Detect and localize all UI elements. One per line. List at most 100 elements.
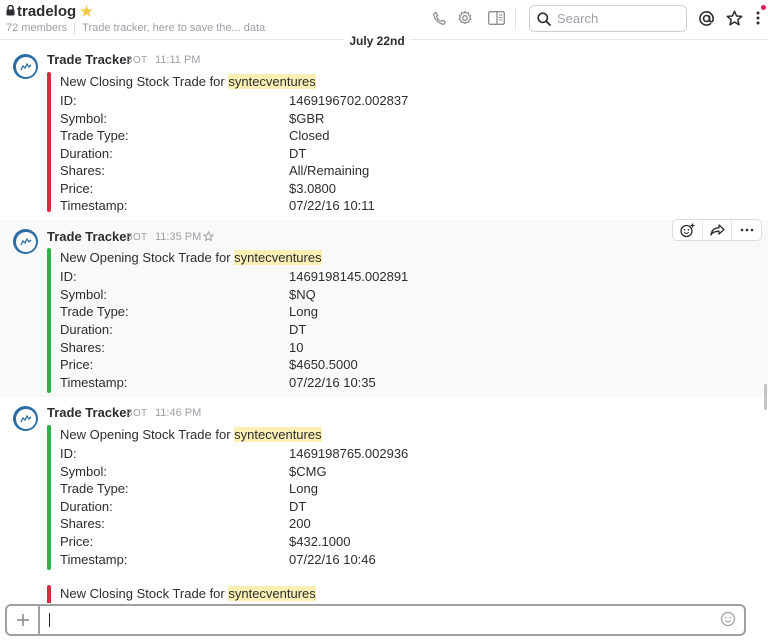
field-value: 10 xyxy=(289,340,304,355)
field-label: Symbol: xyxy=(60,464,107,479)
field-value: All/Remaining xyxy=(289,163,370,178)
field-label: Timestamp: xyxy=(60,198,128,213)
field-label: Duration: xyxy=(60,146,113,161)
bot-logo-icon xyxy=(15,56,36,77)
timestamp[interactable]: 11:11 PM xyxy=(155,54,200,66)
field-value: $432.1000 xyxy=(289,534,351,549)
field-label: Price: xyxy=(60,534,94,549)
user-highlight: syntecventures xyxy=(228,74,316,89)
field-label: ID: xyxy=(60,93,77,108)
star-icon[interactable] xyxy=(724,8,744,28)
field-value: 1469198765.002936 xyxy=(289,446,409,461)
field-label: Duration: xyxy=(60,499,113,514)
plus-icon[interactable] xyxy=(7,606,40,634)
bot-badge: BOT xyxy=(126,408,148,419)
field-label: Duration: xyxy=(60,322,113,337)
timestamp[interactable]: 11:35 PM xyxy=(155,231,201,243)
lock-icon xyxy=(6,3,15,20)
search-icon xyxy=(537,11,551,26)
timestamp[interactable]: 11:46 PM xyxy=(155,407,201,419)
field-label: Symbol: xyxy=(60,287,107,302)
attachment-title: New Opening Stock Trade for syntecventur… xyxy=(60,250,322,265)
avatar[interactable] xyxy=(13,406,38,431)
channel-topic[interactable]: Trade tracker, here to save the... data xyxy=(82,22,265,34)
field-value: 07/22/16 10:11 xyxy=(289,198,375,213)
field-label: Shares: xyxy=(60,340,105,355)
field-value: $GBR xyxy=(289,111,325,126)
add-reaction-icon[interactable] xyxy=(673,220,703,240)
field-value: 07/22/16 10:35 xyxy=(289,375,376,390)
bot-logo-icon xyxy=(15,231,36,252)
field-value: $3.0800 xyxy=(289,181,336,196)
search-placeholder: Search xyxy=(557,11,599,26)
more-icon[interactable] xyxy=(732,220,761,240)
author-name[interactable]: Trade Tracker xyxy=(47,52,132,67)
channel-title[interactable]: tradelog ★ xyxy=(6,3,93,20)
phone-icon[interactable] xyxy=(429,8,449,28)
field-label: Trade Type: xyxy=(60,128,129,143)
user-highlight: syntecventures xyxy=(234,427,322,442)
header-divider xyxy=(515,8,516,30)
share-icon[interactable] xyxy=(703,220,733,240)
field-label: Trade Type: xyxy=(60,304,129,319)
field-value: 07/22/16 10:46 xyxy=(289,552,376,567)
avatar[interactable] xyxy=(13,54,38,79)
field-value: 1469196702.002837 xyxy=(289,93,409,108)
channel-meta: 72 members Trade tracker, here to save t… xyxy=(6,22,265,34)
message: New Closing Stock Trade for syntecventur… xyxy=(0,573,768,603)
field-label: ID: xyxy=(60,446,77,461)
field-value: $NQ xyxy=(289,287,316,302)
field-value: Long xyxy=(289,304,318,319)
field-value: DT xyxy=(289,322,307,337)
field-label: Symbol: xyxy=(60,111,107,126)
star-icon[interactable]: ★ xyxy=(80,3,93,20)
field-value: 1469198145.002891 xyxy=(289,269,409,284)
attachment-bar xyxy=(47,72,51,212)
message: Trade Tracker BOT 11:46 PM New Opening S… xyxy=(0,397,768,573)
attachment-bar xyxy=(47,585,51,603)
field-label: Timestamp: xyxy=(60,375,128,390)
star-message-icon[interactable] xyxy=(203,229,214,247)
field-label: Timestamp: xyxy=(60,552,128,567)
text-caret xyxy=(49,613,50,627)
gear-icon[interactable] xyxy=(455,8,475,28)
meta-divider xyxy=(74,22,76,34)
field-value: DT xyxy=(289,499,307,514)
message: Trade Tracker BOT 11:35 PM New Opening S… xyxy=(0,220,768,397)
field-label: ID: xyxy=(60,269,77,284)
kebab-menu-icon[interactable] xyxy=(752,8,764,28)
message-composer[interactable] xyxy=(5,604,746,636)
attachment-bar xyxy=(47,425,51,570)
field-label: Price: xyxy=(60,181,94,196)
user-highlight: syntecventures xyxy=(228,586,316,601)
attachment-title: New Closing Stock Trade for syntecventur… xyxy=(60,586,316,601)
field-label: Trade Type: xyxy=(60,481,129,496)
field-value: Closed xyxy=(289,128,330,143)
sidebar-toggle-icon[interactable] xyxy=(486,8,506,28)
field-value: $CMG xyxy=(289,464,327,479)
user-highlight: syntecventures xyxy=(234,250,322,265)
emoji-icon[interactable] xyxy=(720,611,736,632)
field-label: Price: xyxy=(60,357,94,372)
field-value: DT xyxy=(289,146,307,161)
field-value: $4650.5000 xyxy=(289,357,358,372)
field-value: 200 xyxy=(289,516,311,531)
bot-badge: BOT xyxy=(126,55,148,66)
channel-name: tradelog xyxy=(17,3,77,20)
scrollbar[interactable] xyxy=(764,384,767,410)
member-count[interactable]: 72 members xyxy=(6,22,67,34)
message-actions xyxy=(672,219,762,241)
notification-dot xyxy=(761,5,766,10)
at-mention-icon[interactable] xyxy=(696,8,716,28)
attachment-title: New Closing Stock Trade for syntecventur… xyxy=(60,74,316,89)
author-name[interactable]: Trade Tracker xyxy=(47,229,132,244)
bot-logo-icon xyxy=(15,408,36,429)
bot-badge: BOT xyxy=(126,232,148,243)
message: Trade Tracker BOT 11:11 PM New Closing S… xyxy=(0,48,768,220)
field-label: Shares: xyxy=(60,163,105,178)
search-input[interactable]: Search xyxy=(529,5,687,32)
field-label: Shares: xyxy=(60,516,105,531)
attachment-bar xyxy=(47,248,51,393)
avatar[interactable] xyxy=(13,229,38,254)
author-name[interactable]: Trade Tracker xyxy=(47,405,132,420)
